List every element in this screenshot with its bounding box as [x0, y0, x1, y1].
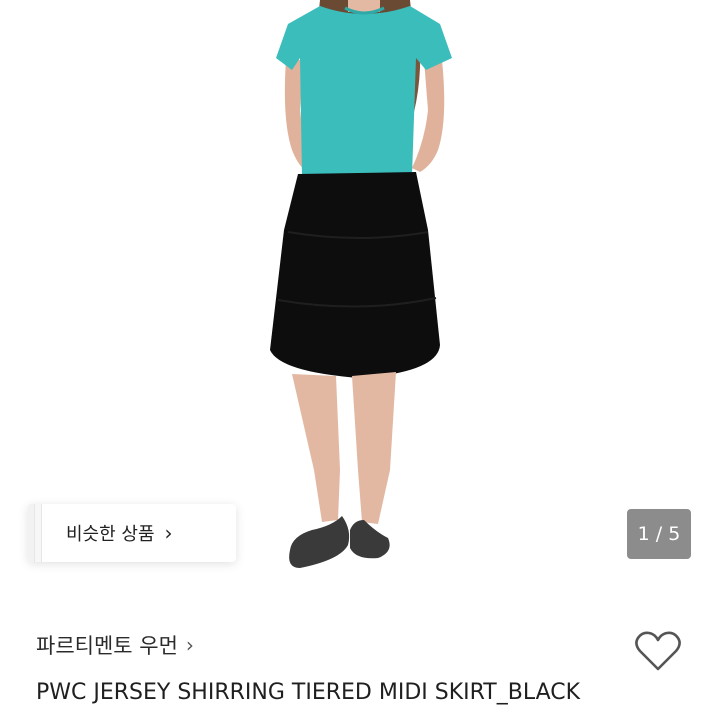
product-info: 파르티멘토 우먼 › PWC JERSEY SHIRRING TIERED MI…	[0, 600, 720, 720]
page-indicator-text: 1 / 5	[637, 523, 681, 545]
image-page-indicator: 1 / 5	[627, 509, 691, 559]
similar-products-button[interactable]: 비슷한 상품 ›	[28, 504, 236, 562]
card-stack-edge	[35, 504, 42, 562]
card-stack-edge	[28, 504, 35, 562]
chevron-right-icon: ›	[164, 521, 173, 545]
brand-name: 파르티멘토 우먼	[36, 634, 178, 658]
brand-link[interactable]: 파르티멘토 우먼 ›	[36, 630, 194, 660]
similar-products-label: 비슷한 상품	[66, 524, 155, 545]
heart-outline-icon	[635, 631, 681, 671]
product-title: PWC JERSEY SHIRRING TIERED MIDI SKIRT_BL…	[36, 680, 581, 705]
chevron-right-icon: ›	[185, 633, 194, 657]
wishlist-button[interactable]	[634, 629, 682, 673]
